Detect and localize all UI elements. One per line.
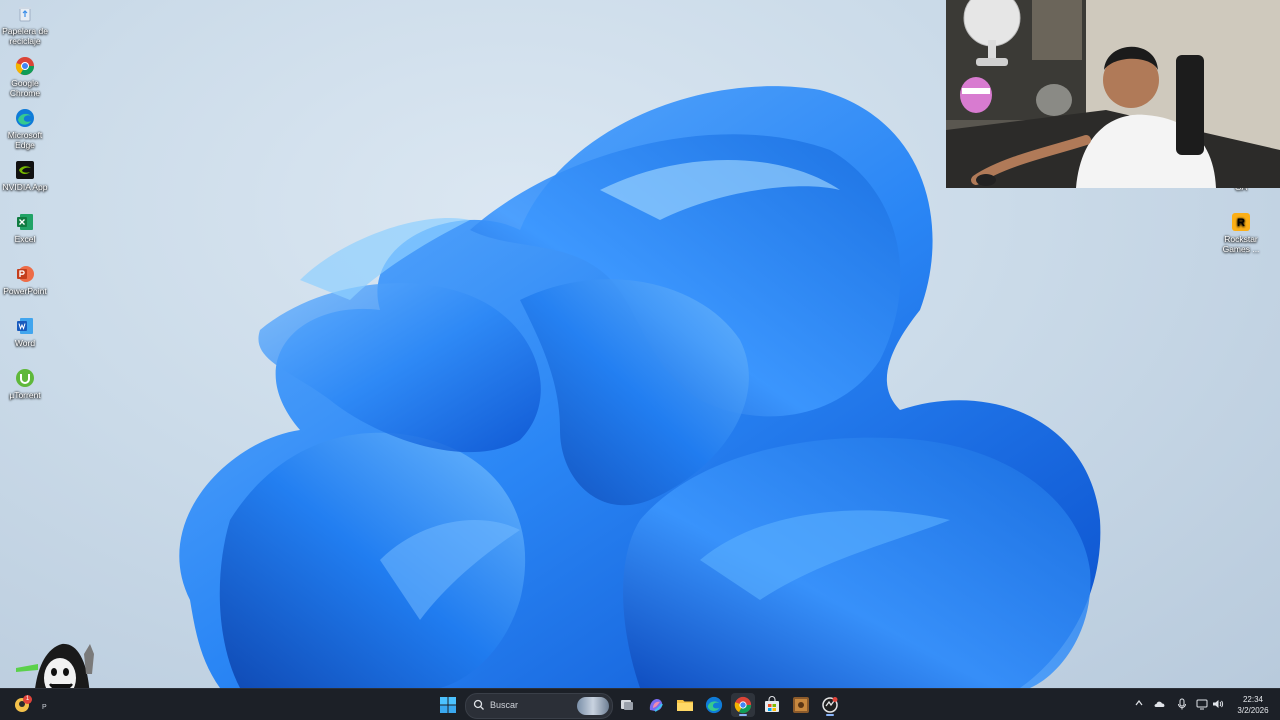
- file-explorer-icon: [677, 700, 693, 711]
- edge-icon: [705, 696, 723, 714]
- onedrive-icon[interactable]: [1154, 698, 1166, 710]
- search-highlight-image: [577, 697, 609, 715]
- desktop-icon-chrome[interactable]: Google Chrome: [0, 56, 50, 98]
- app-icon: [822, 697, 838, 713]
- word-icon: [17, 318, 33, 334]
- search-icon: [473, 699, 484, 710]
- desktop-icon-edge[interactable]: Microsoft Edge: [0, 108, 50, 150]
- task-view-button[interactable]: [615, 693, 639, 717]
- game-button[interactable]: [789, 693, 813, 717]
- rockstar-icon: R: [1232, 213, 1250, 231]
- desktop-icon-rockstar[interactable]: R Rockstar Games ...: [1216, 212, 1266, 254]
- desktop[interactable]: Papelera de reciclaje Google Chrome Micr…: [0, 0, 1280, 688]
- network-icon[interactable]: [1196, 698, 1208, 710]
- desktop-icon-label: Microsoft Edge: [7, 130, 43, 150]
- desktop-icon-label: PowerPoint: [3, 286, 47, 296]
- app-button[interactable]: [818, 693, 842, 717]
- desktop-icon-label: Papelera de reciclaje: [2, 26, 48, 46]
- game-icon: [793, 697, 809, 713]
- desktop-icon-excel[interactable]: Excel: [0, 212, 50, 244]
- microphone-icon[interactable]: [1176, 698, 1188, 710]
- start-button[interactable]: [436, 693, 460, 717]
- desktop-icon-utorrent[interactable]: µTorrent: [0, 368, 50, 400]
- utorrent-icon: [16, 369, 34, 387]
- desktop-icon-label: Word: [14, 338, 36, 348]
- taskbar: 1 P Buscar 22:34 3/2/2026: [0, 688, 1280, 720]
- chrome-icon: [15, 57, 34, 76]
- task-view-icon: [621, 700, 633, 710]
- desktop-icon-label: Rockstar Games ...: [1222, 234, 1260, 254]
- desktop-icon-label: Excel: [14, 234, 36, 244]
- desktop-icon-label: Google Chrome: [9, 78, 41, 98]
- desktop-icon-label: µTorrent: [9, 390, 41, 400]
- webcam-feed-image: [946, 0, 1280, 188]
- search-placeholder: Buscar: [490, 700, 519, 710]
- start-icon: [440, 697, 456, 713]
- widget-label: P: [42, 704, 47, 711]
- edge-taskbar-button[interactable]: [702, 693, 726, 717]
- clock-time: 22:34: [1242, 695, 1264, 704]
- volume-icon[interactable]: [1212, 698, 1224, 710]
- desktop-icon-label: NVIDIA App: [2, 182, 48, 192]
- desktop-icon-nvidia[interactable]: NVIDIA App: [0, 160, 50, 192]
- chrome-icon: [734, 696, 752, 714]
- desktop-icon-word[interactable]: Word: [0, 316, 50, 348]
- desktop-icon-recycle-bin[interactable]: Papelera de reciclaje: [0, 4, 50, 46]
- svg-text:R: R: [1237, 217, 1245, 229]
- file-explorer-button[interactable]: [673, 693, 697, 717]
- mascot-overlay: [16, 643, 94, 688]
- store-icon: [765, 696, 779, 712]
- widget-badge: 1: [23, 695, 32, 704]
- webcam-overlay: [946, 0, 1280, 188]
- recycle-bin-icon: [19, 7, 31, 22]
- widgets-button[interactable]: 1 P: [10, 693, 47, 717]
- store-button[interactable]: [760, 693, 784, 717]
- edge-icon: [16, 109, 34, 127]
- clock-date: 3/2/2026: [1237, 706, 1269, 715]
- active-indicator: [826, 714, 834, 716]
- clock[interactable]: 22:34 3/2/2026: [1228, 694, 1278, 716]
- desktop-icon-powerpoint[interactable]: PowerPoint: [0, 264, 50, 296]
- powerpoint-icon: [17, 266, 34, 282]
- chevron-up-icon[interactable]: [1134, 698, 1144, 708]
- search-input[interactable]: Buscar: [465, 693, 613, 719]
- excel-icon: [17, 214, 33, 230]
- copilot-button[interactable]: [644, 693, 668, 717]
- chrome-taskbar-button[interactable]: [731, 693, 755, 717]
- copilot-icon: [649, 699, 663, 712]
- nvidia-icon: [16, 161, 34, 179]
- active-indicator: [739, 714, 747, 716]
